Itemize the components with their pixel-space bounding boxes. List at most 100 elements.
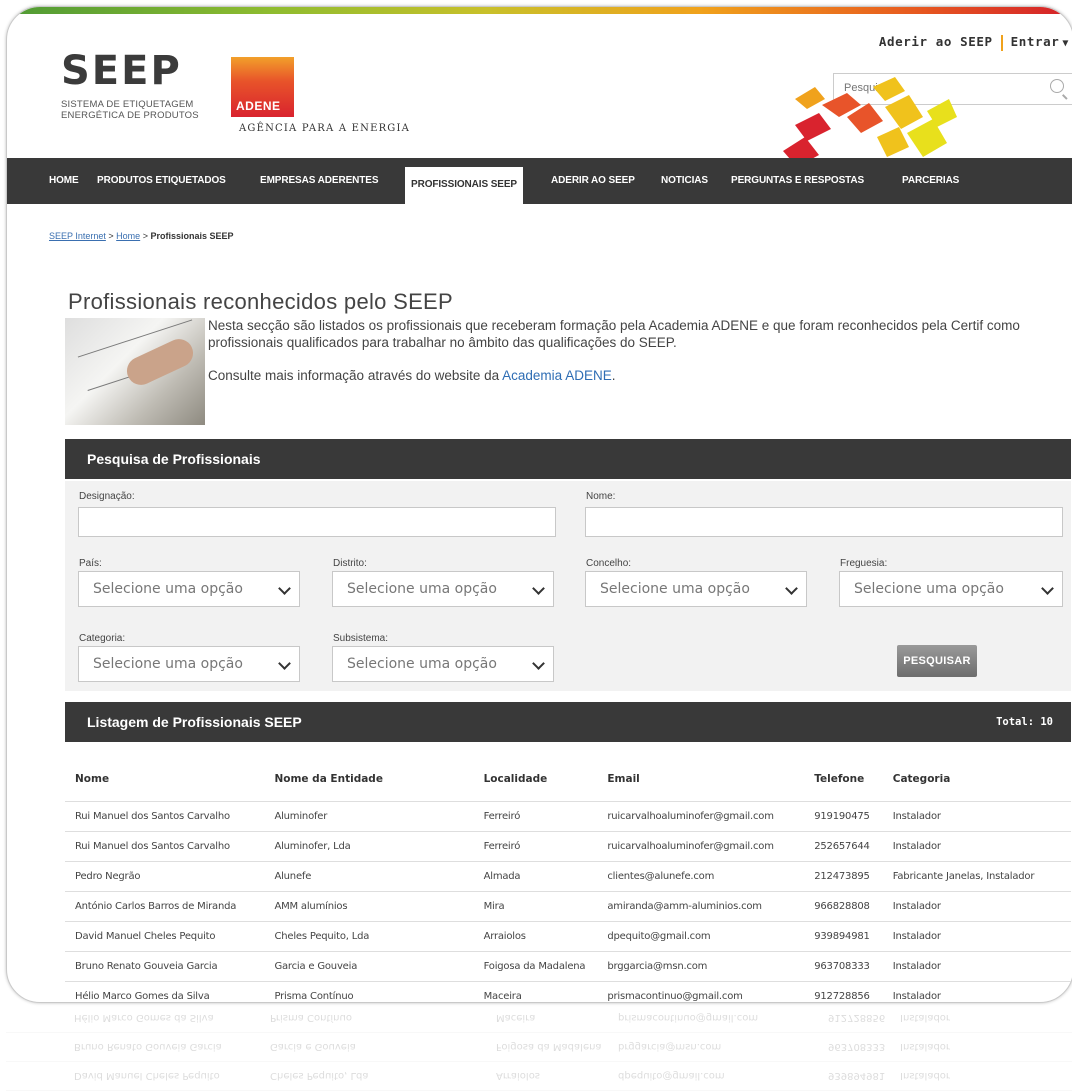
reflection-cell: Arraiolos — [496, 1070, 541, 1081]
table-cell: Aluminofer — [264, 801, 474, 832]
table-row: António Carlos Barros de Miranda AMM alum… — [65, 891, 1071, 922]
table-cell: 939894981 — [804, 921, 883, 952]
search-icon[interactable] — [1050, 79, 1064, 93]
reflection-cell: 912728856 — [828, 1012, 886, 1023]
chevron-down-icon[interactable]: ▼ — [1062, 38, 1069, 49]
table-cell: amiranda@amm-aluminios.com — [597, 891, 805, 922]
freguesia-select-value: Selecione uma opção — [854, 581, 1004, 597]
table-cell: Maceira — [473, 981, 598, 1002]
table-cell: Instalador — [882, 801, 1071, 832]
reflection-row: Bruno Renato Gouveia Garcia Garcia e Gouv… — [6, 1032, 1072, 1062]
table-cell: Fabricante Janelas, Instalador — [882, 861, 1071, 892]
nav-perguntas-respostas[interactable]: PERGUNTAS E RESPOSTAS — [731, 158, 864, 204]
academia-adene-link[interactable]: Academia ADENE — [502, 368, 612, 383]
adene-logo[interactable]: ADENE AGÊNCIA PARA A ENERGIA — [231, 57, 409, 134]
table-cell: Instalador — [882, 951, 1071, 982]
table-cell: António Carlos Barros de Miranda — [65, 891, 265, 922]
table-cell: Cheles Pequito, Lda — [264, 921, 474, 952]
seep-logo[interactable]: SEEP SISTEMA DE ETIQUETAGEM ENERGÉTICA D… — [61, 51, 206, 121]
entrar-link[interactable]: Entrar — [1011, 34, 1060, 49]
reflection-cell: prismacontinuo@gmail.com — [618, 1012, 759, 1023]
table-cell: Pedro Negrão — [65, 861, 265, 892]
table-cell: Arraiolos — [473, 921, 598, 952]
table-cell: 966828808 — [804, 891, 883, 922]
breadcrumb-seep-internet[interactable]: SEEP Internet — [49, 231, 106, 241]
table-cell: David Manuel Cheles Pequito — [65, 921, 265, 952]
table-cell: Prisma Contínuo — [264, 981, 474, 1002]
intro-text: Nesta secção são listados os profissiona… — [208, 317, 1028, 400]
categoria-select[interactable]: Selecione uma opção — [78, 646, 300, 682]
table-cell: Instalador — [882, 831, 1071, 862]
table-cell: Bruno Renato Gouveia Garcia — [65, 951, 265, 982]
seep-logo-text: SEEP — [61, 48, 182, 94]
categoria-select-value: Selecione uma opção — [93, 656, 243, 672]
distrito-select-value: Selecione uma opção — [347, 581, 497, 597]
chevron-down-icon — [532, 582, 545, 595]
table-cell: Ferreiró — [473, 831, 598, 862]
table-cell: 963708333 — [804, 951, 883, 982]
pais-select-value: Selecione uma opção — [93, 581, 243, 597]
color-gradient-bar — [7, 7, 1072, 14]
table-row: Bruno Renato Gouveia Garcia Garcia e Gouv… — [65, 951, 1071, 982]
pais-select[interactable]: Selecione uma opção — [78, 571, 300, 607]
chevron-down-icon — [1041, 582, 1054, 595]
table-cell: 919190475 — [804, 801, 883, 832]
search-panel-title: Pesquisa de Profissionais — [87, 451, 261, 467]
column-header-categoria: Categoria — [892, 773, 951, 785]
pais-label: País: — [79, 558, 102, 569]
chevron-down-icon — [278, 657, 291, 670]
table-cell: clientes@alunefe.com — [597, 861, 805, 892]
nav-produtos-etiquetados[interactable]: PRODUTOS ETIQUETADOS — [97, 158, 226, 204]
table-cell: 912728856 — [804, 981, 883, 1002]
column-header-telefone: Telefone — [814, 773, 865, 785]
subsistema-select[interactable]: Selecione uma opção — [332, 646, 554, 682]
chevron-down-icon — [532, 657, 545, 670]
reflection-cell: Bruno Renato Gouveia Garcia — [74, 1041, 222, 1052]
nome-input[interactable] — [585, 507, 1063, 537]
table-row: David Manuel Cheles Pequito Cheles Pequit… — [65, 921, 1071, 952]
categoria-label: Categoria: — [79, 633, 126, 644]
nav-empresas-aderentes[interactable]: EMPRESAS ADERENTES — [260, 158, 379, 204]
table-cell: 212473895 — [804, 861, 883, 892]
subsistema-select-value: Selecione uma opção — [347, 656, 497, 672]
browser-frame: SEEP SISTEMA DE ETIQUETAGEM ENERGÉTICA D… — [6, 6, 1072, 1003]
table-cell: dpequito@gmail.com — [597, 921, 805, 952]
table-cell: Instalador — [882, 981, 1071, 1002]
aderir-link[interactable]: Aderir ao SEEP — [879, 34, 993, 49]
intro-paragraph-2: Consulte mais informação através do webs… — [208, 367, 1028, 384]
freguesia-select[interactable]: Selecione uma opção — [839, 571, 1063, 607]
link-separator — [1000, 34, 1003, 51]
seep-logo-subtitle: SISTEMA DE ETIQUETAGEM ENERGÉTICA DE PRO… — [61, 99, 206, 121]
table-cell: Instalador — [882, 921, 1071, 952]
main-nav: HOME PRODUTOS ETIQUETADOS EMPRESAS ADERE… — [7, 158, 1072, 204]
reflection-cell: Hélio Marco Gomes da Silva — [74, 1012, 214, 1023]
designacao-input[interactable] — [78, 507, 556, 537]
breadcrumb-sep: > — [108, 231, 114, 241]
table-cell: Aluminofer, Lda — [264, 831, 474, 862]
listing-total: Total: 10 — [996, 716, 1053, 728]
adene-tagline: AGÊNCIA PARA A ENERGIA — [239, 123, 411, 134]
table-cell: Ferreiró — [473, 801, 598, 832]
table-cell: Hélio Marco Gomes da Silva — [65, 981, 265, 1002]
table-cell: ruicarvalhoaluminofer@gmail.com — [597, 801, 805, 832]
table-row: Hélio Marco Gomes da Silva Prisma Contínu… — [65, 981, 1071, 1002]
reflection-cell: 939894981 — [828, 1070, 886, 1081]
intro-p2-prefix: Consulte mais informação através do webs… — [208, 368, 503, 383]
nav-parcerias[interactable]: PARCERIAS — [902, 158, 959, 204]
table-row: Pedro Negrão Alunefe Almada clientes@alunef… — [65, 861, 1071, 892]
nav-noticias[interactable]: NOTICIAS — [661, 158, 708, 204]
breadcrumb-home[interactable]: Home — [116, 231, 140, 241]
pesquisar-button[interactable]: PESQUISAR — [897, 645, 977, 677]
nav-aderir-ao-seep[interactable]: ADERIR AO SEEP — [551, 158, 635, 204]
concelho-select-value: Selecione uma opção — [600, 581, 750, 597]
nav-profissionais-seep[interactable]: PROFISSIONAIS SEEP — [405, 167, 524, 204]
professionals-table: Nome Nome da Entidade Localidade Email Telef… — [65, 757, 1071, 1002]
nav-home[interactable]: HOME — [49, 158, 79, 204]
reflection-cell: Instalador — [900, 1041, 951, 1052]
concelho-select[interactable]: Selecione uma opção — [585, 571, 807, 607]
reflection-cell: Garcia e Gouveia — [270, 1041, 356, 1052]
distrito-select[interactable]: Selecione uma opção — [332, 571, 554, 607]
table-cell: Mira — [473, 891, 598, 922]
nome-label: Nome: — [586, 491, 616, 502]
reflection-cell: Cheles Pequito, Lda — [270, 1070, 369, 1081]
